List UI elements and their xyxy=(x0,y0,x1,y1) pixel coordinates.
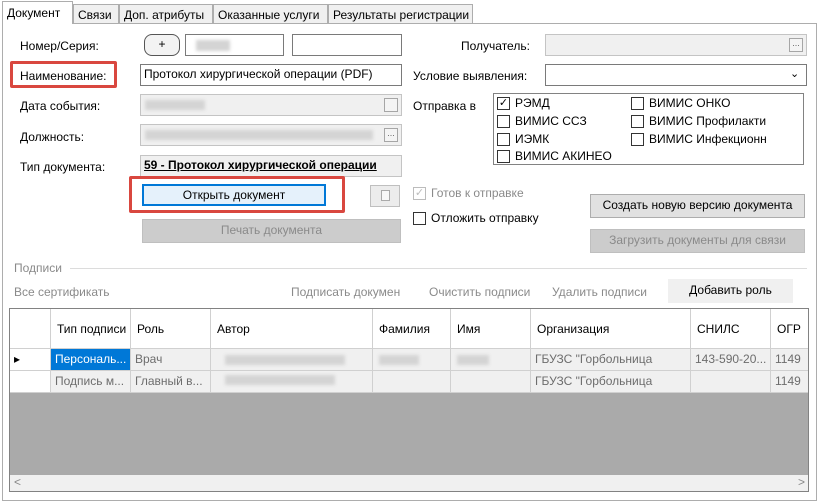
send-target-vimis-prof: ВИМИС Профилакти xyxy=(649,114,767,128)
number-field[interactable] xyxy=(185,34,284,56)
document-icon xyxy=(380,190,390,201)
signatures-group-line xyxy=(70,268,807,269)
tab-document[interactable]: Документ xyxy=(2,1,73,24)
recipient-picker-icon[interactable]: ... xyxy=(789,38,803,52)
create-new-version-button[interactable]: Создать новую версию документа xyxy=(590,194,805,218)
row-marker-icon: ▸ xyxy=(10,349,51,371)
checkbox-vimis-akineo[interactable] xyxy=(497,150,510,163)
checkbox-vimis-ssz[interactable] xyxy=(497,115,510,128)
send-target-iemk: ИЭМК xyxy=(515,132,550,146)
col-last-name[interactable]: Фамилия xyxy=(373,309,451,349)
ready-label: Готов к отправке xyxy=(431,186,524,200)
doctype-label: Тип документа: xyxy=(20,160,106,174)
send-target-vimis-ssz: ВИМИС ССЗ xyxy=(515,114,587,128)
checkbox-vimis-infect[interactable] xyxy=(631,133,644,146)
cell-last-name[interactable] xyxy=(373,349,451,371)
event-date-label: Дата события: xyxy=(20,99,101,113)
open-button-highlight xyxy=(129,176,345,213)
name-field[interactable]: Протокол хирургической операции (PDF) xyxy=(140,64,402,86)
checkbox-vimis-prof[interactable] xyxy=(631,115,644,128)
tab-services[interactable]: Оказанные услуги xyxy=(213,4,328,24)
horizontal-scrollbar[interactable]: < > xyxy=(10,475,808,491)
event-date-field[interactable] xyxy=(140,94,402,116)
add-role-button[interactable]: Добавить роль xyxy=(668,279,793,303)
checkbox-vimis-onko[interactable] xyxy=(631,97,644,110)
row-header xyxy=(10,371,51,393)
position-field[interactable] xyxy=(140,124,402,146)
col-first-name[interactable]: Имя xyxy=(451,309,531,349)
tab-registration-results[interactable]: Результаты регистрации xyxy=(328,4,473,24)
position-picker-icon[interactable]: ... xyxy=(384,128,398,142)
cell-role[interactable]: Главный в... xyxy=(131,371,211,393)
cell-organization[interactable]: ГБУЗС "Горбольница xyxy=(531,349,691,371)
name-label-highlight xyxy=(10,61,117,88)
grid-header: Тип подписи Роль Автор Фамилия Имя Орган… xyxy=(10,309,808,349)
recipient-label: Получатель: xyxy=(461,39,530,53)
detection-select[interactable] xyxy=(545,64,807,86)
col-snils[interactable]: СНИЛС xyxy=(691,309,771,349)
position-label: Должность: xyxy=(20,130,85,144)
checkbox-remd[interactable]: ✓ xyxy=(497,97,510,110)
scroll-right-icon[interactable]: > xyxy=(798,475,805,490)
calendar-icon[interactable] xyxy=(384,98,398,112)
print-document-button[interactable]: Печать документа xyxy=(142,219,401,243)
detection-label: Условие выявления: xyxy=(413,69,528,83)
col-author[interactable]: Автор xyxy=(211,309,373,349)
scroll-left-icon[interactable]: < xyxy=(14,475,21,490)
add-number-button[interactable]: + xyxy=(144,34,180,56)
cell-first-name[interactable] xyxy=(451,371,531,393)
cell-author[interactable] xyxy=(211,371,373,393)
col-organization[interactable]: Организация xyxy=(531,309,691,349)
col-ogrn[interactable]: ОГР xyxy=(771,309,808,349)
cell-snils[interactable] xyxy=(691,371,771,393)
send-target-remd: РЭМД xyxy=(515,96,550,110)
cell-snils[interactable]: 143-590-20... xyxy=(691,349,771,371)
grid-corner xyxy=(10,309,51,349)
chevron-down-icon[interactable]: ⌄ xyxy=(790,67,799,82)
cell-last-name[interactable] xyxy=(373,371,451,393)
signatures-grid: Тип подписи Роль Автор Фамилия Имя Орган… xyxy=(9,308,809,492)
signatures-group-label: Подписи xyxy=(14,261,62,275)
delete-signatures-link[interactable]: Удалить подписи xyxy=(552,285,647,300)
tab-links[interactable]: Связи xyxy=(73,4,119,24)
number-label: Номер/Серия: xyxy=(20,39,99,53)
cell-first-name[interactable] xyxy=(451,349,531,371)
send-to-label: Отправка в xyxy=(413,99,476,113)
clear-signatures-link[interactable]: Очистить подписи xyxy=(429,285,530,300)
recipient-field[interactable] xyxy=(545,34,807,56)
checkbox-iemk[interactable] xyxy=(497,133,510,146)
checkbox-postpone[interactable] xyxy=(413,212,426,225)
col-signature-type[interactable]: Тип подписи xyxy=(51,309,131,349)
table-row[interactable]: ▸ Персональ... Врач ГБУЗС "Горбольница 1… xyxy=(10,349,808,371)
table-row[interactable]: Подпись м... Главный в... ГБУЗС "Горболь… xyxy=(10,371,808,393)
sign-document-link[interactable]: Подписать докумен xyxy=(291,285,400,300)
cell-author[interactable] xyxy=(211,349,373,371)
document-icon-button[interactable] xyxy=(370,185,400,207)
series-field[interactable] xyxy=(292,34,402,56)
col-role[interactable]: Роль xyxy=(131,309,211,349)
cell-organization[interactable]: ГБУЗС "Горбольница xyxy=(531,371,691,393)
send-target-vimis-akineo: ВИМИС АКИНЕО xyxy=(515,149,612,163)
cell-signature-type[interactable]: Персональ... xyxy=(51,349,131,371)
cell-signature-type[interactable]: Подпись м... xyxy=(51,371,131,393)
doctype-field[interactable]: 59 - Протокол хирургической операции xyxy=(140,155,402,177)
cell-ogrn[interactable]: 1149 xyxy=(771,371,808,393)
tab-extra-attributes[interactable]: Доп. атрибуты xyxy=(119,4,213,24)
all-certificates-link[interactable]: Все сертификать xyxy=(14,285,110,300)
cell-ogrn[interactable]: 1149 xyxy=(771,349,808,371)
send-target-vimis-onko: ВИМИС ОНКО xyxy=(649,96,731,110)
checkbox-ready[interactable]: ✓ xyxy=(413,187,426,200)
postpone-label: Отложить отправку xyxy=(431,211,539,225)
send-target-vimis-infect: ВИМИС Инфекционн xyxy=(649,132,767,146)
tab-strip: Документ Связи Доп. атрибуты Оказанные у… xyxy=(0,0,821,24)
load-documents-button[interactable]: Загрузить документы для связи xyxy=(590,229,805,253)
cell-role[interactable]: Врач xyxy=(131,349,211,371)
